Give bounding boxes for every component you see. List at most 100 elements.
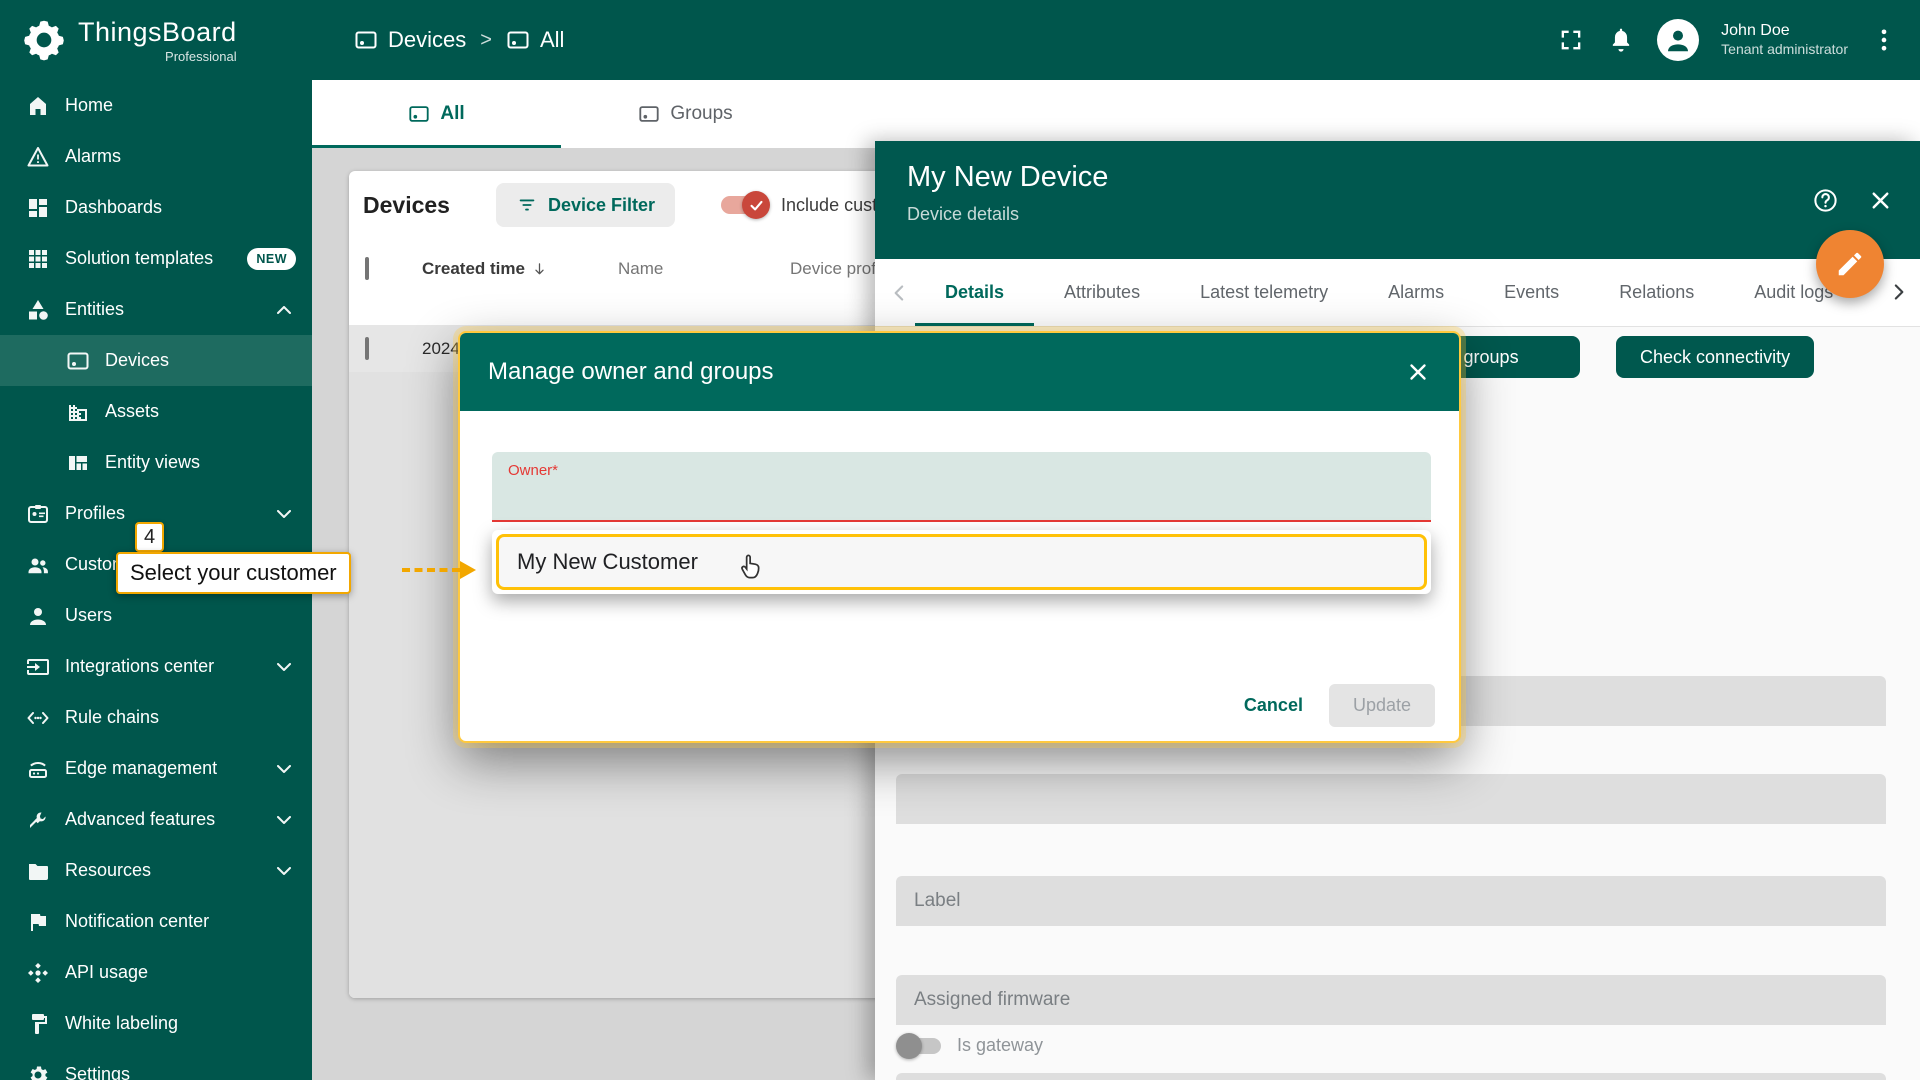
tab-groups[interactable]: Groups [561, 80, 810, 148]
column-created-time[interactable]: Created time [422, 259, 525, 279]
sort-descending-icon [531, 261, 548, 278]
sidebar-item-assets[interactable]: Assets [0, 386, 312, 437]
sidebar-item-devices[interactable]: Devices [0, 335, 312, 386]
breadcrumb-separator: > [480, 29, 492, 52]
device-group-icon [506, 28, 530, 52]
person-icon [1663, 25, 1693, 55]
tab-alarms[interactable]: Alarms [1358, 259, 1474, 326]
tab-groups-label: Groups [670, 103, 732, 125]
brand-subtitle: Professional [165, 49, 237, 64]
sidebar-item-dashboards[interactable]: Dashboards [0, 182, 312, 233]
devices-icon [66, 349, 90, 373]
sidebar-item-rule-chains[interactable]: Rule chains [0, 692, 312, 743]
sidebar-item-label: Resources [65, 860, 151, 881]
tab-all[interactable]: All [312, 80, 561, 148]
device-filter-label: Device Filter [548, 195, 655, 216]
is-gateway-toggle[interactable] [899, 1038, 941, 1054]
edit-device-fab[interactable] [1816, 230, 1884, 298]
sidebar-item-api-usage[interactable]: API usage [0, 947, 312, 998]
filter-icon [516, 194, 538, 216]
users-icon [26, 604, 50, 628]
brand-name: ThingsBoard [78, 17, 237, 48]
fullscreen-icon[interactable] [1557, 26, 1585, 54]
breadcrumb-devices[interactable]: Devices [354, 27, 466, 53]
device-filter-button[interactable]: Device Filter [496, 183, 675, 227]
sidebar-item-white-labeling[interactable]: White labeling [0, 998, 312, 1049]
entity-group-tabs: All Groups [312, 80, 1920, 148]
tab-relations[interactable]: Relations [1589, 259, 1724, 326]
sidebar-item-label: Entity views [105, 452, 200, 473]
option-my-new-customer[interactable]: My New Customer [496, 534, 1427, 590]
update-button[interactable]: Update [1329, 684, 1435, 727]
row-checkbox[interactable] [365, 337, 369, 360]
pencil-icon [1835, 249, 1865, 279]
check-connectivity-button[interactable]: Check connectivity [1616, 336, 1814, 378]
gear-icon [26, 1063, 50, 1080]
devices-icon [408, 103, 430, 125]
sidebar-item-notification-center[interactable]: Notification center [0, 896, 312, 947]
cancel-button[interactable]: Cancel [1244, 695, 1303, 716]
tab-attributes[interactable]: Attributes [1034, 259, 1170, 326]
column-name[interactable]: Name [618, 259, 790, 279]
flag-icon [26, 910, 50, 934]
tabs-scroll-left-icon[interactable] [887, 280, 913, 306]
breadcrumb-all[interactable]: All [506, 27, 564, 53]
sidebar-item-label: Dashboards [65, 197, 162, 218]
chevron-down-icon [272, 808, 296, 832]
is-gateway-label: Is gateway [957, 1035, 1043, 1056]
new-badge: NEW [247, 248, 296, 270]
sidebar-item-label: Settings [65, 1064, 130, 1080]
sidebar-item-label: Devices [105, 350, 169, 371]
sidebar-item-advanced-features[interactable]: Advanced features [0, 794, 312, 845]
check-icon [748, 197, 765, 214]
field-device-profile[interactable] [896, 774, 1886, 824]
brand[interactable]: ThingsBoard Professional [0, 17, 312, 64]
wrench-icon [26, 808, 50, 832]
sidebar-item-label: Solution templates [65, 248, 213, 269]
notifications-bell-icon[interactable] [1607, 26, 1635, 54]
paint-icon [26, 1012, 50, 1036]
include-customer-toggle[interactable] [721, 196, 767, 214]
field-assigned-firmware[interactable]: Assigned firmware [896, 975, 1886, 1025]
tab-events[interactable]: Events [1474, 259, 1589, 326]
close-drawer-icon[interactable] [1867, 187, 1894, 214]
owner-input[interactable]: Owner* [492, 452, 1431, 522]
more-menu-icon[interactable] [1870, 26, 1898, 54]
chevron-down-icon [272, 655, 296, 679]
field-assigned-software[interactable]: Assigned software [896, 1073, 1886, 1080]
chevron-up-icon [272, 298, 296, 322]
sidebar-item-home[interactable]: Home [0, 80, 312, 131]
sidebar-item-label: Alarms [65, 146, 121, 167]
customers-icon [26, 553, 50, 577]
sidebar-item-edge-management[interactable]: Edge management [0, 743, 312, 794]
sidebar-item-users[interactable]: Users [0, 590, 312, 641]
sidebar-item-resources[interactable]: Resources [0, 845, 312, 896]
avatar[interactable] [1657, 19, 1699, 61]
sidebar-item-integrations-center[interactable]: Integrations center [0, 641, 312, 692]
select-all-checkbox[interactable] [365, 257, 369, 280]
chevron-down-icon [272, 859, 296, 883]
option-label: My New Customer [517, 549, 698, 575]
sidebar-item-solution-templates[interactable]: Solution templates NEW [0, 233, 312, 284]
sidebar-item-label: Integrations center [65, 656, 214, 677]
sidebar-item-entities[interactable]: Entities [0, 284, 312, 335]
integrations-icon [26, 655, 50, 679]
close-dialog-icon[interactable] [1405, 359, 1431, 385]
user-role: Tenant administrator [1721, 41, 1848, 59]
api-icon [26, 961, 50, 985]
breadcrumb: Devices > All [354, 27, 564, 53]
user-name: John Doe [1721, 21, 1848, 41]
help-icon[interactable] [1812, 187, 1839, 214]
breadcrumb-devices-label: Devices [388, 27, 466, 53]
field-label[interactable]: Label [896, 876, 1886, 926]
tab-details[interactable]: Details [915, 259, 1034, 326]
tabs-scroll-right-icon[interactable] [1885, 279, 1911, 305]
breadcrumb-all-label: All [540, 27, 564, 53]
dashboards-icon [26, 196, 50, 220]
sidebar-item-entity-views[interactable]: Entity views [0, 437, 312, 488]
tab-latest-telemetry[interactable]: Latest telemetry [1170, 259, 1358, 326]
sidebar-item-alarms[interactable]: Alarms [0, 131, 312, 182]
sidebar-item-settings[interactable]: Settings [0, 1049, 312, 1080]
profiles-icon [26, 502, 50, 526]
sidebar-item-label: Advanced features [65, 809, 215, 830]
